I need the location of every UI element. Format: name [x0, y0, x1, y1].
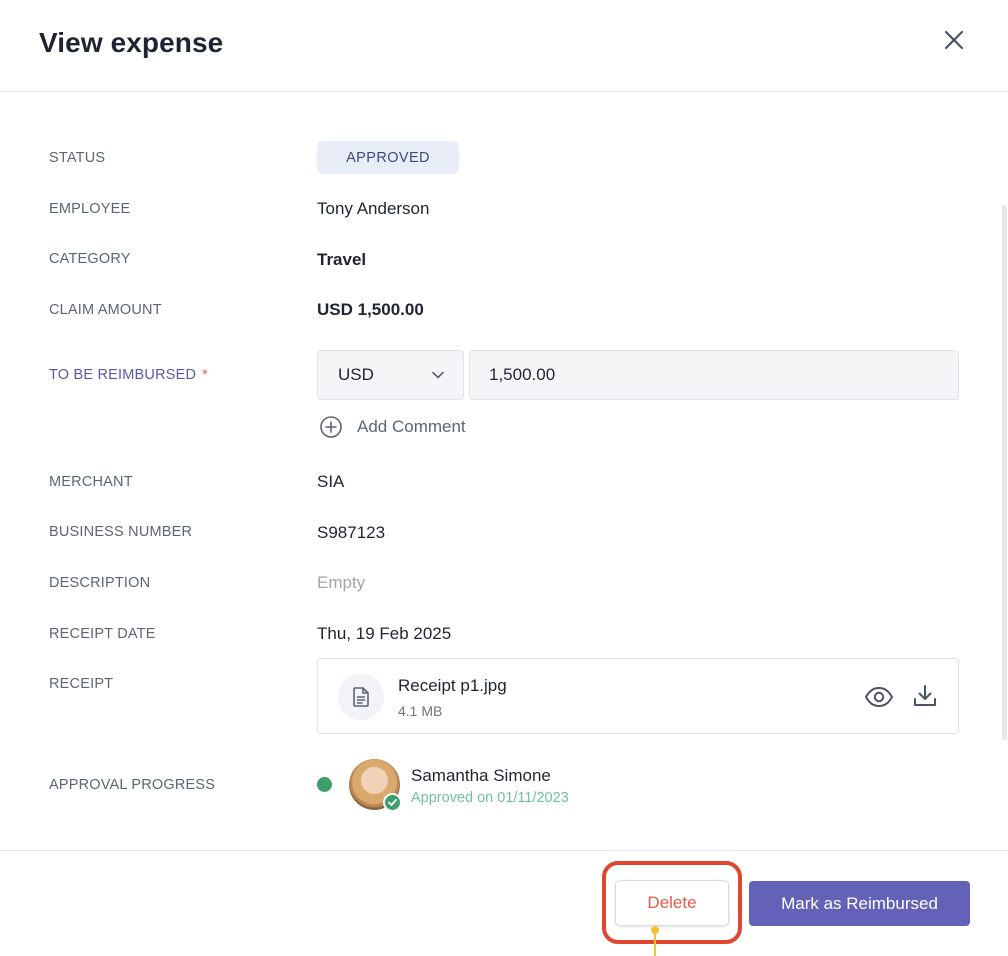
pointer-dot-annotation [651, 926, 659, 934]
claim-amount-value: USD 1,500.00 [317, 300, 424, 319]
download-receipt-button[interactable] [910, 681, 940, 711]
to-be-reimbursed-label-text: TO BE REIMBURSED [49, 367, 197, 383]
description-label: DESCRIPTION [49, 575, 151, 591]
category-label: CATEGORY [49, 251, 131, 267]
delete-button[interactable]: Delete [615, 880, 729, 926]
file-icon [353, 687, 369, 707]
download-icon [914, 685, 936, 706]
modal-header: View expense [0, 0, 1008, 92]
reimburse-amount-input[interactable] [469, 350, 959, 400]
status-label: STATUS [49, 150, 106, 166]
view-expense-modal: View expense STATUS APPROVED EMPLOYEE To… [0, 0, 1008, 956]
approver-name: Samantha Simone [411, 766, 551, 785]
business-number-label: BUSINESS NUMBER [49, 524, 193, 540]
check-icon [388, 799, 397, 806]
status-badge: APPROVED [317, 141, 459, 174]
to-be-reimbursed-label: TO BE REIMBURSED * [49, 367, 208, 383]
chevron-down-icon [432, 371, 444, 379]
approver-status: Approved on 01/11/2023 [411, 790, 569, 806]
receipt-date-label: RECEIPT DATE [49, 626, 156, 642]
receipt-file-size: 4.1 MB [398, 703, 443, 719]
employee-label: EMPLOYEE [49, 201, 131, 217]
description-value: Empty [317, 573, 366, 592]
business-number-value: S987123 [317, 523, 386, 542]
approval-progress-label: APPROVAL PROGRESS [49, 777, 216, 793]
receipt-date-value: Thu, 19 Feb 2025 [317, 624, 452, 643]
page-title: View expense [39, 27, 224, 58]
receipt-label: RECEIPT [49, 676, 114, 692]
plus-circle-icon [320, 416, 342, 438]
add-comment-label: Add Comment [357, 417, 466, 436]
eye-icon [865, 687, 893, 707]
employee-value: Tony Anderson [317, 199, 430, 218]
view-receipt-button[interactable] [863, 683, 895, 711]
add-comment-button[interactable]: Add Comment [319, 414, 466, 440]
currency-select[interactable]: USD [317, 350, 464, 400]
mark-as-reimbursed-button[interactable]: Mark as Reimbursed [749, 881, 970, 926]
close-button[interactable] [938, 24, 970, 56]
required-marker: * [202, 367, 208, 383]
close-icon [944, 30, 964, 50]
claim-amount-label: CLAIM AMOUNT [49, 302, 162, 318]
receipt-file-name[interactable]: Receipt p1.jpg [398, 676, 507, 696]
merchant-label: MERCHANT [49, 474, 133, 490]
scrollbar[interactable] [1002, 205, 1007, 740]
approved-check-badge [383, 793, 402, 812]
currency-value: USD [338, 365, 374, 384]
avatar [349, 759, 402, 812]
modal-body [0, 92, 1008, 850]
merchant-value: SIA [317, 472, 345, 491]
receipt-card: Receipt p1.jpg 4.1 MB [317, 658, 959, 734]
category-value: Travel [317, 250, 367, 269]
file-icon-wrapper [338, 674, 384, 720]
approval-status-dot [317, 777, 332, 792]
